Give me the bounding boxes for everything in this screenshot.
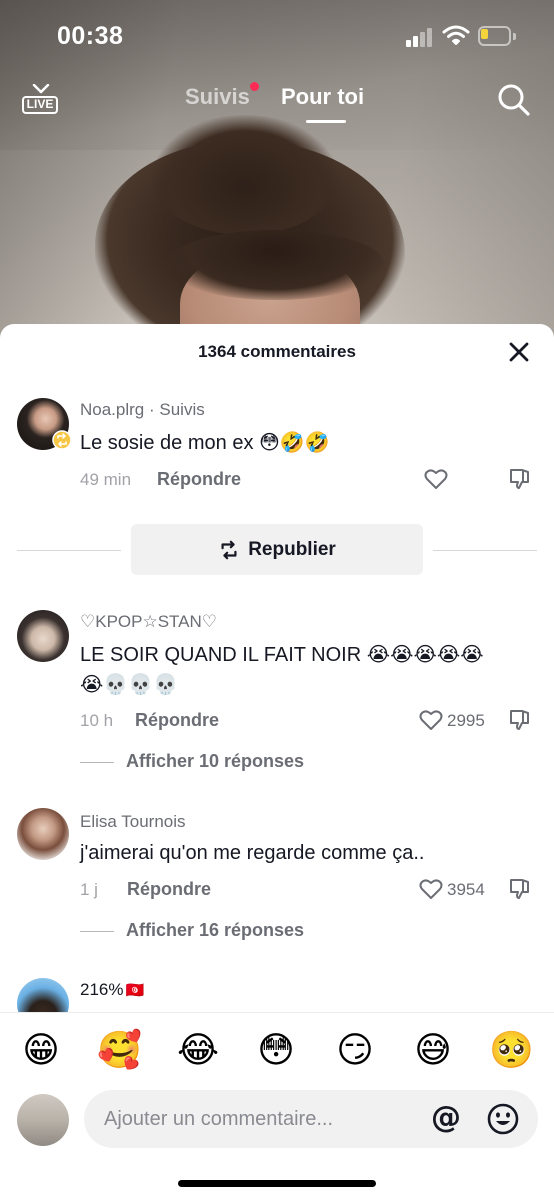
- top-navigation: LIVE Suivis Pour toi: [0, 72, 554, 132]
- comment-text-body: Le sosie de mon ex: [80, 432, 254, 454]
- reply-button[interactable]: Répondre: [135, 710, 219, 731]
- comment-item: ♡KPOP☆STAN♡ LE SOIR QUAND IL FAIT NOIR 😭…: [0, 610, 554, 780]
- username-text[interactable]: 216%: [80, 980, 123, 999]
- emoji-pleading-button[interactable]: 🥺: [489, 1029, 534, 1073]
- comment-item: 216% 🇹🇳: [0, 978, 554, 1012]
- close-icon[interactable]: [508, 341, 530, 363]
- comment-emojis: 😳🤣🤣: [259, 430, 330, 454]
- view-replies-button[interactable]: Afficher 10 réponses: [80, 751, 304, 772]
- video-person-fringe: [165, 230, 385, 300]
- emoji-flushed-button[interactable]: 😳: [254, 1029, 298, 1073]
- avatar[interactable]: [17, 610, 69, 662]
- wifi-icon: [442, 25, 470, 45]
- heart-icon[interactable]: [419, 709, 443, 731]
- comment-emojis: 😭😭😭😭😭: [366, 642, 484, 666]
- repost-icon: [221, 540, 237, 559]
- avatar[interactable]: [17, 808, 69, 860]
- emoji-quick-bar: 😁 🥰 😂 😳 😏 😅 🥺: [0, 1012, 554, 1088]
- comment-username[interactable]: 216% 🇹🇳: [80, 980, 144, 1000]
- home-indicator[interactable]: [178, 1180, 376, 1187]
- repost-badge-icon: [52, 430, 72, 450]
- status-time: 00:38: [57, 22, 124, 50]
- comment-username[interactable]: Elisa Tournois: [80, 812, 186, 832]
- tab-following[interactable]: Suivis: [185, 84, 250, 110]
- comments-count-title: 1364 commentaires: [198, 342, 356, 361]
- comment-text-body: LE SOIR QUAND IL FAIT NOIR: [80, 644, 362, 666]
- heart-icon[interactable]: [424, 468, 448, 490]
- like-count: 3954: [447, 880, 485, 899]
- emoji-sweat-smile-button[interactable]: 😅: [411, 1029, 455, 1073]
- reply-button[interactable]: Répondre: [127, 879, 211, 900]
- avatar[interactable]: [17, 978, 69, 1012]
- tab-for-you[interactable]: Pour toi: [281, 84, 364, 110]
- divider-right: [433, 550, 537, 551]
- comment-time: 49 min: [80, 470, 132, 489]
- notification-dot: [250, 82, 259, 91]
- comment-time: 10 h: [80, 711, 114, 730]
- comment-username[interactable]: Noa.plrg · Suivis: [80, 400, 205, 420]
- emoji-smirk-button[interactable]: 😏: [333, 1029, 377, 1073]
- repost-row: Republier: [0, 524, 554, 576]
- flag-icon: 🇹🇳: [125, 981, 145, 999]
- comment-text: LE SOIR QUAND IL FAIT NOIR 😭😭😭😭😭: [80, 642, 484, 667]
- replies-divider: [80, 761, 114, 763]
- search-icon[interactable]: [496, 82, 532, 118]
- repost-label: Republier: [248, 538, 336, 560]
- mention-button[interactable]: @: [430, 1102, 462, 1134]
- active-tab-indicator: [306, 120, 346, 123]
- reply-button[interactable]: Répondre: [157, 469, 241, 490]
- dislike-icon[interactable]: [508, 467, 532, 491]
- dislike-icon[interactable]: [508, 877, 532, 901]
- video-person-hair-top: [150, 115, 340, 235]
- emoji-icon[interactable]: [486, 1102, 520, 1136]
- comment-text-line2: 😭💀💀💀: [80, 672, 179, 696]
- live-icon: LIVE: [22, 96, 58, 114]
- comment-text: j'aimerai qu'on me regarde comme ça..: [80, 842, 425, 864]
- view-replies-label[interactable]: Afficher 16 réponses: [126, 920, 304, 940]
- battery-icon: [478, 26, 516, 46]
- cellular-signal-icon: [406, 27, 434, 47]
- dislike-icon[interactable]: [508, 708, 532, 732]
- view-replies-label[interactable]: Afficher 10 réponses: [126, 751, 304, 771]
- avatar[interactable]: [17, 1094, 69, 1146]
- comment-time: 1 j: [80, 880, 98, 899]
- live-button[interactable]: LIVE: [22, 82, 60, 118]
- comment-item: Elisa Tournois j'aimerai qu'on me regard…: [0, 808, 554, 948]
- divider-left: [17, 550, 121, 551]
- repost-button[interactable]: Republier: [131, 524, 423, 575]
- comment-input[interactable]: [84, 1090, 538, 1148]
- replies-divider: [80, 930, 114, 932]
- comment-text: Le sosie de mon ex 😳🤣🤣: [80, 430, 330, 455]
- comment-item: Noa.plrg · Suivis Le sosie de mon ex 😳🤣🤣…: [0, 398, 554, 498]
- emoji-tears-joy-button[interactable]: 😂: [176, 1029, 220, 1073]
- emoji-grin-button[interactable]: 😁: [19, 1029, 63, 1073]
- heart-icon[interactable]: [419, 878, 443, 900]
- emoji-hearts-button[interactable]: 🥰: [97, 1029, 142, 1073]
- username-text[interactable]: Noa.plrg: [80, 400, 144, 419]
- live-antenna-icon: [32, 84, 50, 94]
- status-bar: 00:38: [0, 0, 554, 70]
- comment-username[interactable]: ♡KPOP☆STAN♡: [80, 612, 217, 632]
- following-badge: · Suivis: [144, 400, 205, 419]
- like-count: 2995: [447, 711, 485, 730]
- view-replies-button[interactable]: Afficher 16 réponses: [80, 920, 304, 941]
